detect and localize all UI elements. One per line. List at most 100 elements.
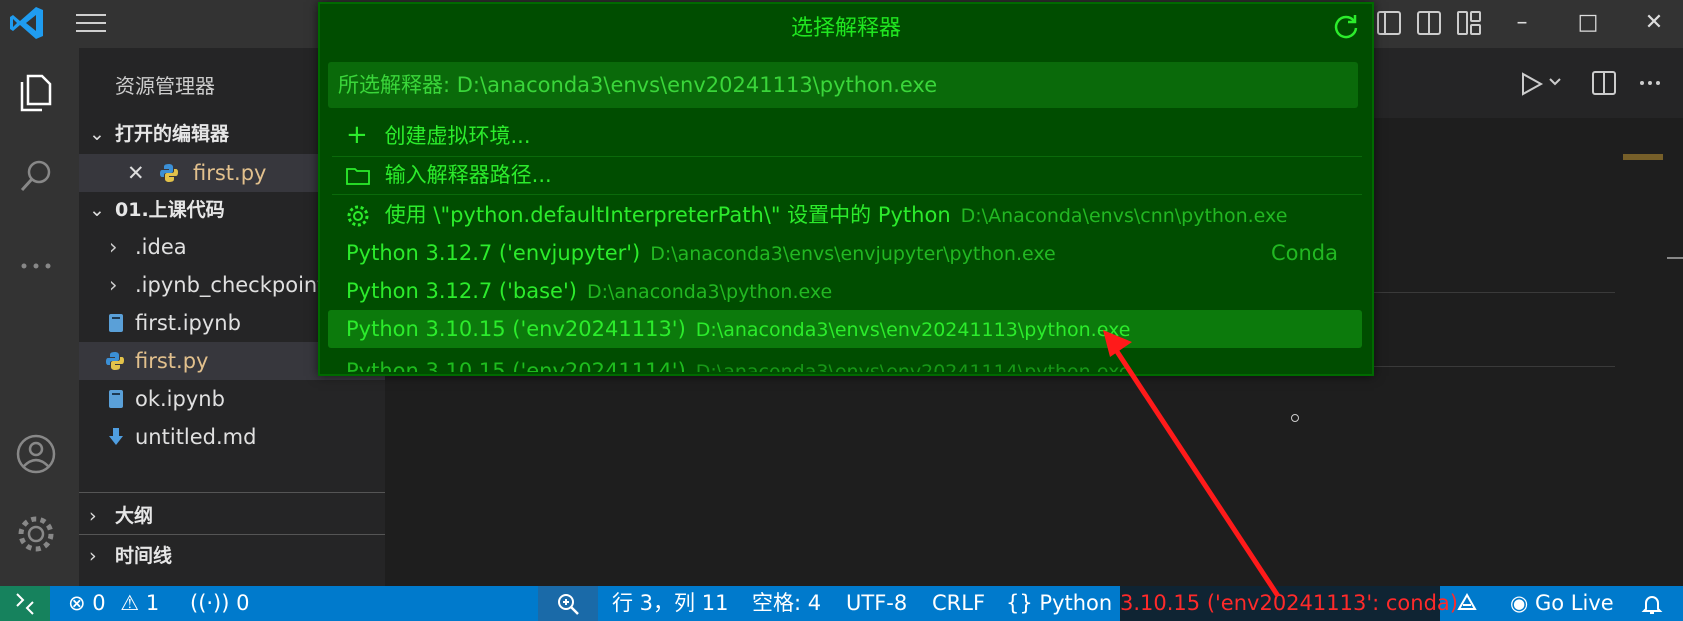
copilot-icon[interactable] (1454, 586, 1480, 621)
zoom-icon (558, 594, 579, 615)
editor-line (1340, 366, 1615, 367)
item-path: D:\anaconda3\envs\env20241114\python.exe (695, 361, 1131, 372)
chevron-down-icon[interactable] (1547, 74, 1563, 90)
cursor-position[interactable]: 行 3，列 11 (612, 586, 728, 621)
editor-line (1340, 292, 1615, 293)
warning-icon: ⚠ (120, 591, 140, 615)
item-label: Python 3.10.15 ('env20241113') (346, 317, 686, 341)
tree-item-ok-ipynb[interactable]: ok.ipynb (79, 380, 385, 418)
braces-icon: {} (1006, 591, 1033, 615)
status-bar: ⊗ 0 ⚠ 1 ((·)) 0 行 3，列 11 空格: 4 UTF-8 CRL… (0, 586, 1683, 621)
divider (79, 492, 385, 493)
minimap (1623, 154, 1663, 160)
item-path: D:\anaconda3\envs\env20241113\python.exe (695, 319, 1131, 341)
more-actions-icon[interactable] (1635, 68, 1665, 98)
gear-icon (347, 205, 369, 227)
interpreter-input[interactable]: 所选解释器: D:\anaconda3\envs\env20241113\pyt… (328, 62, 1358, 108)
scrollbar-marker (1667, 257, 1683, 259)
broadcast-icon: ◉ (1510, 591, 1529, 615)
tree-item-label: untitled.md (135, 425, 257, 449)
item-label: 创建虚拟环境... (384, 124, 531, 148)
interpreter-selector[interactable]: 3.10.15 ('env20241113': conda) (1120, 586, 1458, 621)
chevron-down-icon: ⌄ (89, 123, 105, 145)
refresh-icon[interactable] (1332, 12, 1360, 40)
folder-header-label: 01.上课代码 (115, 199, 225, 221)
item-label: 输入解释器路径... (384, 163, 552, 187)
outline-header[interactable]: › 大纲 (79, 498, 385, 534)
markdown-icon (109, 428, 123, 445)
enter-path-item[interactable]: 输入解释器路径... (328, 156, 1362, 194)
go-live-button[interactable]: ◉ Go Live (1510, 586, 1614, 621)
conda-tag: Conda (1270, 241, 1338, 265)
open-editor-filename: first.py (193, 161, 267, 185)
notebook-icon (109, 390, 123, 408)
search-icon[interactable] (14, 154, 58, 198)
chevron-down-icon: ⌄ (89, 199, 105, 221)
item-path: D:\Anaconda\envs\cnn\python.exe (960, 205, 1288, 227)
item-label: Python 3.12.7 ('envjupyter') (346, 241, 641, 265)
broadcast-icon: ((·)) (190, 591, 230, 615)
interpreter-item-env20241114[interactable]: Python 3.10.15 ('env20241114') D:\anacond… (328, 352, 1362, 372)
default-interpreter-item[interactable]: 使用 \"python.defaultInterpreterPath\" 设置中… (328, 196, 1362, 234)
explorer-icon[interactable] (14, 70, 58, 114)
vscode-logo-icon (10, 7, 43, 39)
plus-icon: + (346, 120, 368, 150)
interpreter-item-envjupyter[interactable]: Python 3.12.7 ('envjupyter') D:\anaconda3… (328, 234, 1362, 272)
interpreter-item-base[interactable]: Python 3.12.7 ('base') D:\anaconda3\pytho… (328, 272, 1362, 310)
chevron-right-icon: › (89, 545, 97, 567)
notifications-icon[interactable] (1640, 586, 1664, 621)
remote-indicator[interactable] (0, 586, 50, 621)
quick-pick-title: 选择解释器 (790, 16, 901, 41)
language-label: Python (1039, 591, 1113, 615)
close-window-button[interactable]: ✕ (1634, 6, 1674, 40)
menu-icon[interactable] (74, 8, 108, 38)
error-count: 0 (92, 591, 106, 615)
customize-layout-icon[interactable] (1452, 6, 1486, 40)
python-file-icon (106, 352, 124, 370)
language-mode[interactable]: {} Python (1006, 586, 1112, 621)
account-icon[interactable] (14, 432, 58, 476)
toggle-panel-icon[interactable] (1412, 6, 1446, 40)
problems-indicator[interactable]: ⊗ 0 ⚠ 1 (68, 586, 159, 621)
settings-gear-icon[interactable] (14, 512, 58, 556)
item-label: Python 3.10.15 ('env20241114') (346, 359, 686, 372)
chevron-right-icon: › (109, 235, 118, 259)
open-editors-label: 打开的编辑器 (115, 123, 230, 145)
zoom-button[interactable] (538, 586, 598, 621)
run-icon[interactable] (1517, 70, 1545, 98)
activity-bar (0, 48, 79, 586)
maximize-button[interactable]: □ (1568, 6, 1608, 40)
divider (79, 534, 385, 535)
split-editor-icon[interactable] (1589, 68, 1619, 98)
ports-indicator[interactable]: ((·)) 0 (190, 586, 250, 621)
tree-item-label: ok.ipynb (135, 387, 225, 411)
go-live-label: Go Live (1535, 591, 1614, 615)
outline-label: 大纲 (115, 505, 154, 527)
item-path: D:\anaconda3\envs\envjupyter\python.exe (650, 243, 1056, 265)
close-icon[interactable]: ✕ (127, 154, 145, 192)
line-ending[interactable]: CRLF (932, 586, 985, 621)
separator (332, 194, 1362, 195)
sidebar-title: 资源管理器 (115, 74, 215, 98)
folder-icon (346, 168, 370, 185)
interpreter-item-env20241113[interactable]: Python 3.10.15 ('env20241113') D:\anacond… (328, 310, 1362, 348)
toggle-sidebar-icon[interactable] (1372, 6, 1406, 40)
remote-icon (16, 593, 34, 615)
mouse-pointer-marker (1291, 414, 1299, 422)
encoding[interactable]: UTF-8 (846, 586, 907, 621)
chevron-right-icon: › (89, 505, 97, 527)
interpreter-quick-pick: 选择解释器 所选解释器: D:\anaconda3\envs\env202411… (318, 2, 1374, 376)
tree-item-label: first.ipynb (135, 311, 241, 335)
item-path: D:\anaconda3\python.exe (586, 281, 833, 303)
item-label: 使用 \"python.defaultInterpreterPath\" 设置中… (384, 203, 951, 227)
minimize-button[interactable]: – (1502, 6, 1542, 40)
timeline-label: 时间线 (115, 545, 173, 567)
more-icon[interactable] (14, 244, 58, 288)
tree-item-untitled-md[interactable]: untitled.md (79, 418, 385, 456)
error-icon: ⊗ (68, 591, 86, 615)
tree-item-label: first.py (135, 349, 209, 373)
create-venv-item[interactable]: + 创建虚拟环境... (328, 116, 1362, 154)
python-file-icon (160, 164, 178, 182)
timeline-header[interactable]: › 时间线 (79, 538, 385, 574)
indentation[interactable]: 空格: 4 (752, 586, 821, 621)
